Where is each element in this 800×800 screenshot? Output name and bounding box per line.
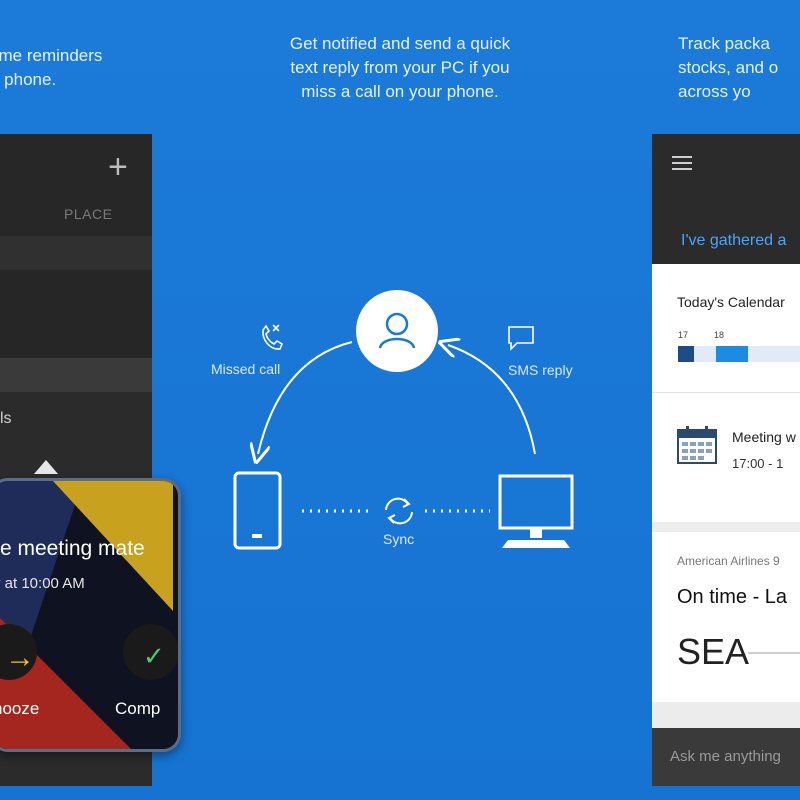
caption-left: time reminders d phone. — [0, 44, 102, 92]
complete-label: Comp — [115, 699, 161, 718]
watch-reminder-card: re meeting mate y at 10:00 AM → ✓ nooze … — [0, 478, 181, 752]
hamburger-menu-icon[interactable] — [672, 156, 692, 172]
caption-right-line-2: stocks, and o — [678, 58, 779, 77]
caption-middle-line-2: text reply from your PC if you — [290, 58, 510, 77]
missed-call-label: Missed call — [211, 361, 281, 377]
caption-right-line-1: Track packa — [678, 34, 770, 53]
calendar-event-block — [716, 346, 748, 362]
caption-right: Track packa stocks, and o across yo — [678, 32, 778, 104]
left-phone-row — [0, 358, 152, 392]
caption-middle-line-3: miss a call on your phone. — [301, 82, 499, 101]
caption-left-line-2: d phone. — [0, 70, 57, 89]
check-icon: ✓ — [143, 641, 165, 671]
assistant-greeting: I've gathered a — [681, 232, 787, 249]
left-phone-row — [0, 236, 152, 270]
sms-reply-label: SMS reply — [508, 362, 573, 378]
caption-left-line-1: time reminders — [0, 46, 103, 65]
flight-route-line — [748, 652, 800, 654]
meeting-time: 17:00 - 1 — [732, 456, 784, 471]
calendar-tick-17: 17 — [678, 330, 689, 340]
ask-input-placeholder[interactable]: Ask me anything — [670, 748, 781, 765]
flight-airline: American Airlines 9 — [677, 554, 780, 568]
pointer-arrow-icon — [34, 460, 58, 474]
left-phone-row — [0, 270, 152, 358]
caption-middle-line-1: Get notified and send a quick — [289, 34, 511, 53]
reminder-title: re meeting mate — [0, 537, 145, 560]
snooze-label: nooze — [0, 699, 40, 718]
person-icon — [378, 312, 416, 349]
calendar-icon — [677, 426, 717, 464]
add-icon[interactable]: + — [108, 148, 128, 187]
reminder-time: y at 10:00 AM — [0, 575, 85, 592]
tab-place[interactable]: PLACE — [64, 206, 112, 222]
calendar-card-title: Today's Calendar — [677, 294, 785, 310]
calendar-event-block — [678, 346, 694, 362]
card-divider — [652, 392, 800, 393]
flight-status: On time - La — [677, 586, 788, 608]
user-circle — [356, 290, 438, 372]
left-phone-list-item-text: ls — [0, 410, 12, 427]
caption-right-line-3: across yo — [678, 82, 751, 101]
flight-origin: SEA — [677, 631, 750, 672]
arrow-right-icon: → — [5, 641, 35, 674]
sync-label: Sync — [383, 531, 415, 547]
meeting-title: Meeting w — [732, 429, 796, 445]
calendar-tick-18: 18 — [714, 330, 725, 340]
caption-middle: Get notified and send a quick text reply… — [250, 32, 550, 104]
